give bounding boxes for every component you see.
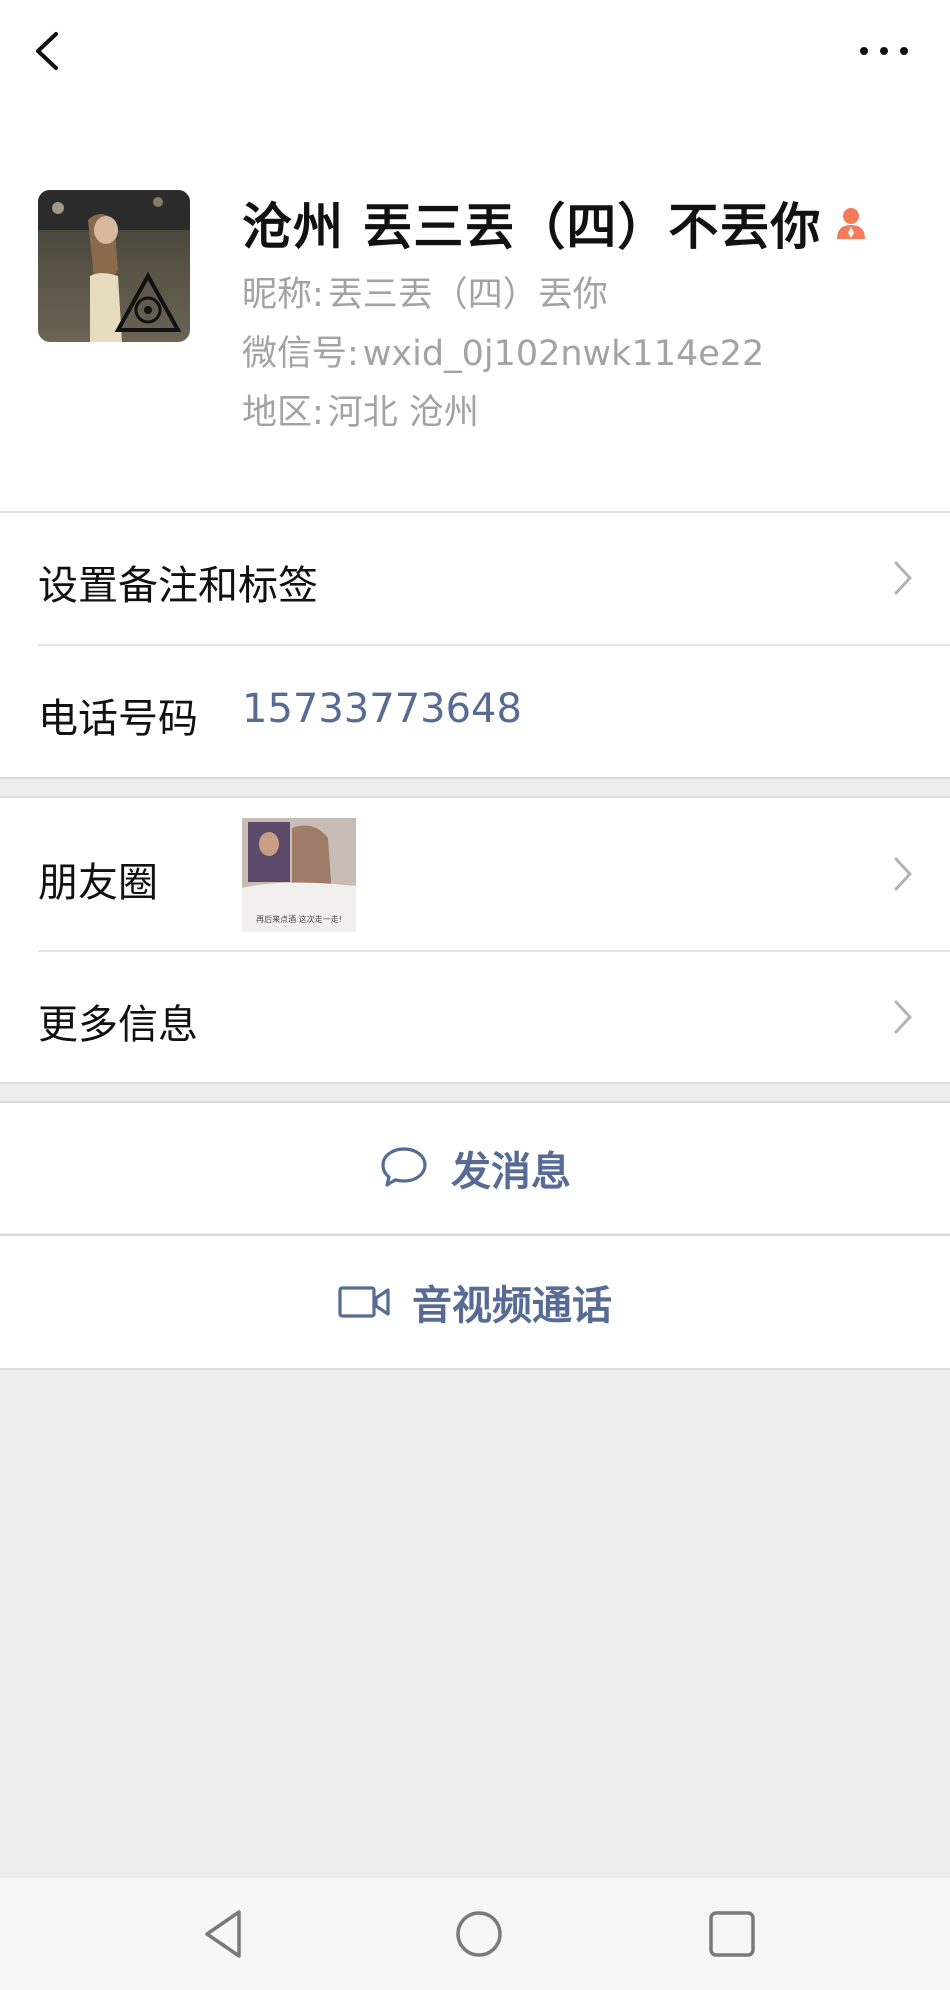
send-message-content: 发消息 [379,1139,571,1197]
chat-bubble-icon [381,1147,427,1187]
more-info-cell[interactable]: 更多信息 [0,952,950,1082]
video-camera-icon [338,1286,390,1318]
moments-photo: 再后来点酒 这次走一走! [242,818,356,932]
chevron-right-icon [894,1000,912,1034]
moments-label: 朋友圈 [38,860,158,906]
video-call-content: 音视频通话 [338,1273,612,1331]
send-message-button[interactable]: 发消息 [0,1103,950,1233]
social-group: 朋友圈 再后来点酒 这次走一走! 更多信息 [0,798,950,1082]
divider [0,1082,950,1084]
phone-number-link[interactable]: 15733773648 [242,686,522,732]
wechat-id-line: 微信号: wxid_0j102nwk114e22 [242,325,764,376]
nickname-label: 昵称: [242,275,324,315]
nav-back-button[interactable] [195,1902,259,1966]
wechat-id-value[interactable]: wxid_0j102nwk114e22 [363,334,765,374]
region-label: 地区: [242,393,324,433]
nickname-line: 昵称: 丟三丟（四）丟你 [242,266,608,317]
more-options-button[interactable] [848,20,920,82]
top-bar [0,0,950,110]
moments-cell[interactable]: 朋友圈 再后来点酒 这次走一走! [0,798,950,950]
phone-cell: 电话号码 15733773648 [0,646,950,777]
remarks-tags-cell[interactable]: 设置备注和标签 [0,513,950,644]
triangle-back-icon [205,1910,241,1958]
chevron-right-icon [894,857,912,891]
display-name: 沧州 丟三丟（四）不丟你 [242,198,822,256]
region-value: 河北 沧州 [327,393,479,433]
avatar-photo [38,190,190,342]
more-dots-icon [860,47,908,55]
nav-home-button[interactable] [447,1902,511,1966]
moments-thumb-caption: 再后来点酒 这次走一走! [256,914,342,924]
divider [0,1368,950,1370]
back-button[interactable] [18,14,82,90]
nickname-value: 丟三丟（四）丟你 [327,275,608,315]
info-group: 设置备注和标签 电话号码 15733773648 [0,513,950,777]
video-call-button[interactable]: 音视频通话 [0,1236,950,1368]
remarks-tags-label: 设置备注和标签 [38,563,318,609]
system-nav-bar [0,1878,950,1990]
contact-profile-page: 沧州 丟三丟（四）不丟你 昵称: 丟三丟（四）丟你 微信号: wxid_0j102n… [0,0,950,1990]
nav-recent-button[interactable] [700,1902,764,1966]
chevron-left-icon [36,32,58,70]
phone-label: 电话号码 [38,696,198,742]
official-account-icon [837,208,866,239]
region-line: 地区: 河北 沧州 [242,384,479,435]
display-name-row: 沧州 丟三丟（四）不丟你 [242,188,871,258]
wechat-id-label: 微信号: [242,334,359,374]
video-call-label: 音视频通话 [412,1283,612,1329]
profile-header: 沧州 丟三丟（四）不丟你 昵称: 丟三丟（四）丟你 微信号: wxid_0j102n… [0,110,950,512]
more-info-label: 更多信息 [38,1002,198,1048]
send-message-label: 发消息 [451,1149,571,1195]
divider [0,777,950,779]
circle-home-icon [456,1911,502,1957]
moments-thumbnail: 再后来点酒 这次走一走! [242,818,356,932]
chevron-right-icon [894,561,912,595]
square-recent-icon [709,1911,755,1957]
avatar[interactable] [38,190,190,342]
